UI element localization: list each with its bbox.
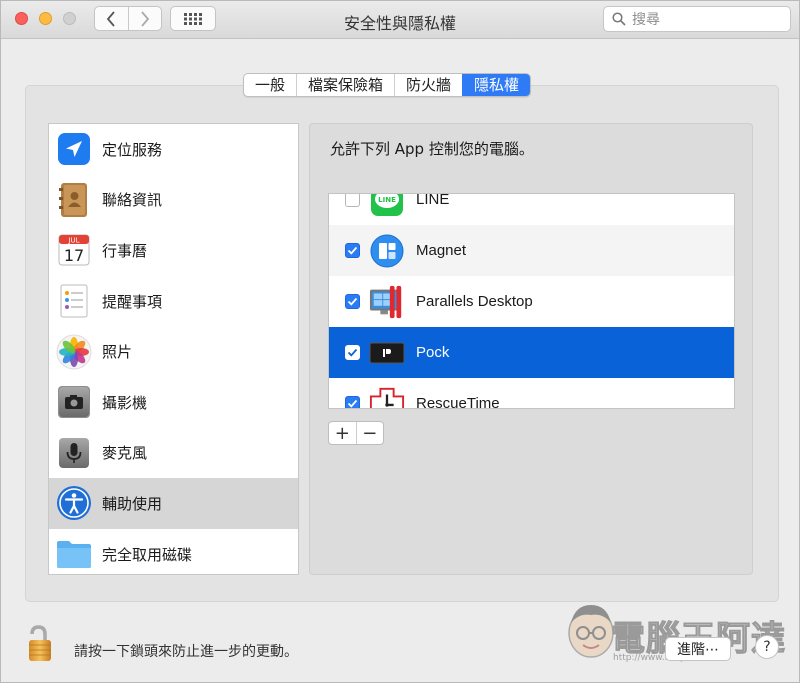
sidebar-item-label: 麥克風 (102, 444, 148, 463)
section-heading: 允許下列 App 控制您的電腦。 (330, 140, 534, 158)
search-placeholder: 搜尋 (632, 12, 660, 28)
camera-icon (56, 384, 92, 420)
sidebar-item-camera[interactable]: 攝影機 (49, 377, 298, 428)
sidebar-item-label: 輔助使用 (102, 494, 163, 513)
sidebar-item-calendar[interactable]: JUL 17 行事曆 (49, 225, 298, 276)
location-arrow-icon (56, 131, 92, 167)
app-list[interactable]: LINE LINE Magnet Parallels Desktop Pock … (328, 193, 735, 409)
magnet-app-icon (369, 233, 405, 269)
app-row-rescuetime[interactable]: RescueTime (329, 378, 734, 409)
search-field[interactable]: 搜尋 (603, 6, 791, 32)
app-row-pock[interactable]: Pock (329, 327, 734, 378)
parallels-app-icon (369, 284, 405, 320)
search-icon (612, 12, 626, 26)
lock-hint-text: 請按一下鎖頭來防止進一步的更動。 (74, 644, 298, 660)
preferences-window: 安全性與隱私權 搜尋 一般 檔案保險箱 防火牆 隱私權 定位服務 聯絡資訊 JU… (0, 0, 800, 683)
tab-general[interactable]: 一般 (244, 74, 296, 96)
sidebar-item-label: 行事曆 (102, 241, 148, 260)
app-row-parallels[interactable]: Parallels Desktop (329, 276, 734, 327)
app-checkbox[interactable] (345, 396, 360, 408)
app-checkbox[interactable] (345, 194, 360, 207)
advanced-button[interactable]: 進階⋯ (665, 637, 731, 661)
sidebar-item-contacts[interactable]: 聯絡資訊 (49, 175, 298, 226)
tab-filevault[interactable]: 檔案保險箱 (296, 74, 394, 96)
calendar-day: 17 (64, 246, 84, 265)
help-button[interactable]: ? (755, 635, 779, 659)
checkmark-icon (347, 246, 358, 255)
app-name: LINE (416, 193, 450, 208)
rescuetime-app-icon (369, 386, 405, 408)
app-checkbox[interactable] (345, 294, 360, 309)
pock-app-icon (369, 335, 405, 371)
line-app-icon: LINE (369, 194, 405, 218)
sidebar-item-photos[interactable]: 照片 (49, 326, 298, 377)
checkmark-icon (347, 297, 358, 306)
sidebar-item-label: 攝影機 (102, 393, 148, 412)
remove-app-button[interactable]: − (355, 422, 384, 444)
sidebar-item-microphone[interactable]: 麥克風 (49, 428, 298, 479)
calendar-month: JUL (67, 237, 79, 245)
reminders-icon (56, 283, 92, 319)
privacy-category-list[interactable]: 定位服務 聯絡資訊 JUL 17 行事曆 提醒事項 照片 攝影機 麥克風 輔助使… (48, 123, 299, 575)
tab-privacy[interactable]: 隱私權 (462, 74, 531, 96)
app-checkbox[interactable] (345, 243, 360, 258)
sidebar-item-label: 聯絡資訊 (102, 191, 163, 210)
add-remove-control: + − (328, 421, 384, 445)
calendar-icon: JUL 17 (56, 232, 92, 268)
app-row-line[interactable]: LINE LINE (329, 193, 734, 225)
sidebar-item-full-disk-access[interactable]: 完全取用磁碟 (49, 529, 298, 574)
tab-firewall[interactable]: 防火牆 (394, 74, 462, 96)
app-name: Pock (416, 344, 450, 361)
app-name: RescueTime (416, 395, 500, 409)
photos-icon (56, 334, 92, 370)
sidebar-item-reminders[interactable]: 提醒事項 (49, 276, 298, 327)
contacts-icon (56, 182, 92, 218)
checkmark-icon (347, 348, 358, 357)
sidebar-item-label: 定位服務 (102, 140, 163, 159)
accessibility-icon (56, 485, 92, 521)
sidebar-item-location[interactable]: 定位服務 (49, 124, 298, 175)
app-name: Magnet (416, 242, 467, 259)
sidebar-item-accessibility[interactable]: 輔助使用 (49, 478, 298, 529)
app-row-magnet[interactable]: Magnet (329, 225, 734, 276)
sidebar-item-label: 照片 (102, 343, 133, 362)
sidebar-item-label: 提醒事項 (102, 292, 163, 311)
sidebar-item-label: 完全取用磁碟 (102, 545, 193, 564)
add-app-button[interactable]: + (329, 422, 356, 444)
tab-bar: 一般 檔案保險箱 防火牆 隱私權 (243, 73, 532, 97)
checkmark-icon (347, 399, 358, 408)
app-checkbox[interactable] (345, 345, 360, 360)
title-bar: 安全性與隱私權 搜尋 (1, 1, 799, 39)
folder-icon (56, 536, 92, 572)
lock-icon[interactable] (27, 625, 55, 663)
microphone-icon (56, 435, 92, 471)
app-name: Parallels Desktop (416, 293, 533, 310)
line-icon-text: LINE (378, 196, 396, 204)
